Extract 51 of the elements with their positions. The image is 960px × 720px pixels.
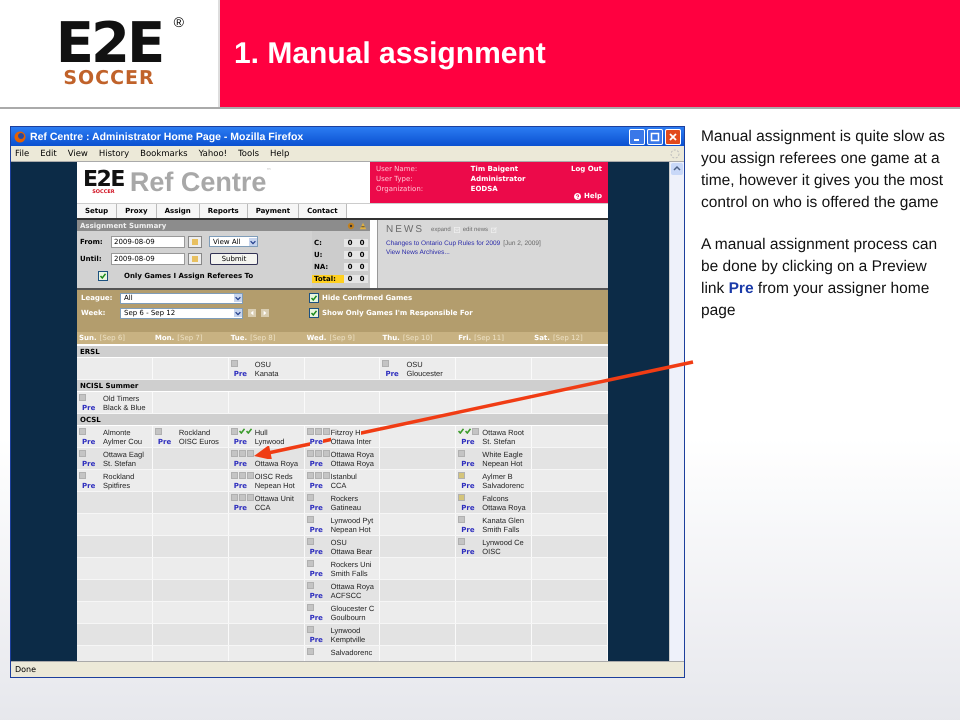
menu-item[interactable]: History xyxy=(98,148,130,158)
dropdown-arrow-icon[interactable] xyxy=(234,294,242,302)
explanation-text: Manual assignment is quite slow as you assign referees one game at a time, however it gives you the most control on who is offered the game xyxy=(701,127,946,213)
menu-item[interactable]: Bookmarks xyxy=(140,148,188,158)
status-text: Done xyxy=(15,665,36,674)
dropdown-arrow-icon[interactable] xyxy=(234,309,242,317)
news-title: NEWS xyxy=(386,224,424,235)
menu-item[interactable]: View xyxy=(68,148,88,158)
status-square-icon xyxy=(154,428,162,435)
menu-item[interactable]: Edit xyxy=(40,148,57,158)
window-title: Ref Centre : Administrator Home Page - Mozilla Firefox xyxy=(30,130,304,142)
checkbox[interactable] xyxy=(309,308,319,318)
slide-title: 1. Manual assignment xyxy=(234,36,546,70)
cone-icon[interactable] xyxy=(359,222,367,230)
status-square-icon xyxy=(230,428,238,435)
status-square-icon xyxy=(79,472,86,479)
status-square-icon xyxy=(306,604,314,611)
status-square-icon xyxy=(306,494,314,501)
status-square-icon xyxy=(458,538,466,545)
checkbox[interactable] xyxy=(309,293,319,303)
site-name: Ref Centre xyxy=(130,167,266,198)
status-square-icon xyxy=(472,428,480,435)
menu-item[interactable]: File xyxy=(15,148,30,158)
status-square-icon xyxy=(458,494,466,501)
browser-icon xyxy=(14,130,26,142)
scrollbar[interactable] xyxy=(669,162,684,661)
loading-icon xyxy=(670,148,680,158)
menu-item[interactable]: Help xyxy=(270,148,290,158)
status-square-icon xyxy=(79,394,86,401)
calendar-icon[interactable] xyxy=(188,236,202,248)
status-square-icon xyxy=(306,560,314,567)
menu-item[interactable]: Tools xyxy=(238,148,260,158)
status-square-icon xyxy=(306,582,314,589)
status-square-icon xyxy=(458,516,466,523)
scroll-up-icon[interactable] xyxy=(671,163,683,175)
dropdown-arrow-icon[interactable] xyxy=(249,238,257,246)
status-square-icon xyxy=(79,450,86,457)
status-square-icon xyxy=(230,360,238,367)
status-square-icon xyxy=(306,538,314,545)
status-square-icon xyxy=(79,428,86,435)
explanation-text: A manual assignment process can be done by clicking on a Preview link Pre from your assigner home page xyxy=(701,235,938,321)
checkbox[interactable] xyxy=(98,270,108,280)
status-square-icon xyxy=(306,516,314,523)
calendar-icon[interactable] xyxy=(188,252,202,264)
status-square-icon xyxy=(306,626,314,633)
status-square-icon xyxy=(458,450,466,457)
help-icon[interactable] xyxy=(574,192,581,200)
status-square-icon xyxy=(306,648,314,655)
menu-item[interactable]: Yahoo! xyxy=(198,148,228,158)
status-square-icon xyxy=(458,472,466,479)
status-square-icon xyxy=(382,360,390,367)
